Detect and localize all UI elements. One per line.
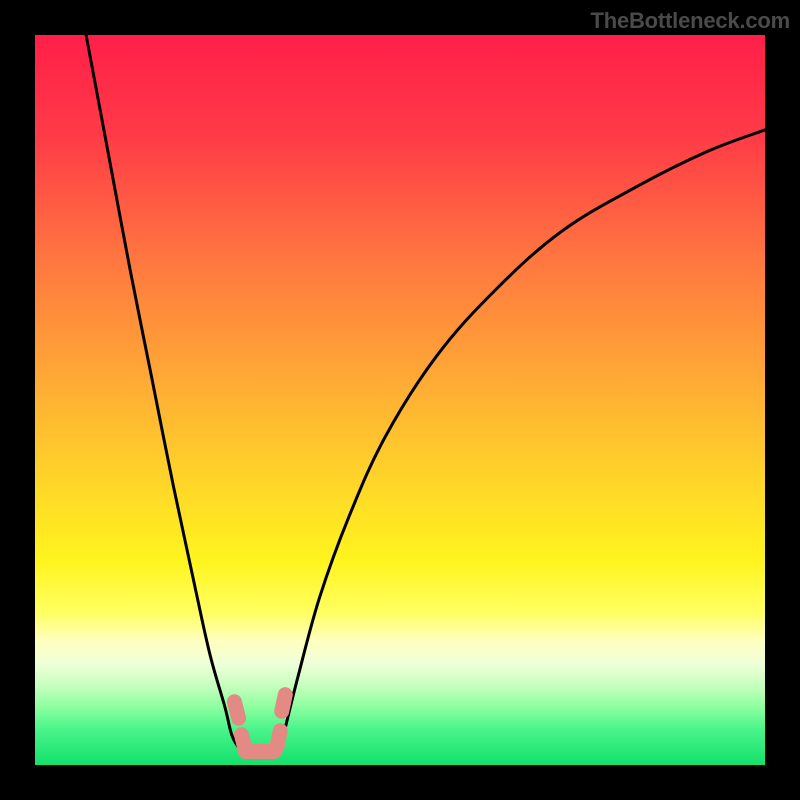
chart-frame: TheBottleneck.com (0, 0, 800, 800)
curve-left (86, 35, 241, 752)
plot-area (35, 35, 765, 765)
curve-right (278, 130, 765, 752)
marker-floor-blob (238, 744, 282, 759)
attribution-text: TheBottleneck.com (590, 8, 790, 34)
curve-layer (35, 35, 765, 765)
